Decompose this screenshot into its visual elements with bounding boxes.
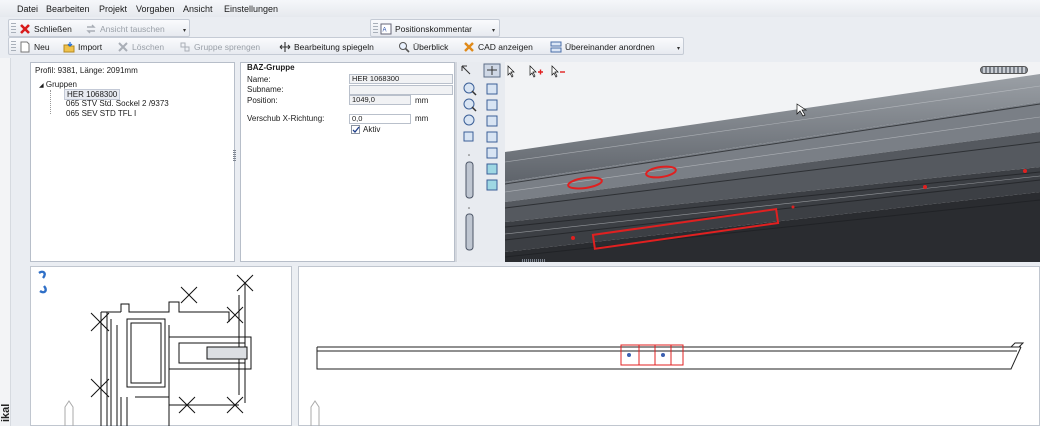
tree-line — [50, 90, 51, 114]
rotate-icon — [38, 270, 47, 294]
cad-icon — [463, 41, 475, 53]
cad-button[interactable]: CAD anzeigen — [463, 40, 533, 54]
brand-logo-icon: ikal — [0, 404, 11, 422]
section-view[interactable] — [30, 266, 292, 426]
delete-label: Löschen — [132, 42, 165, 52]
vertical-divider — [455, 62, 457, 262]
ungroup-button[interactable]: Gruppe sprengen — [179, 40, 260, 54]
import-label: Import — [78, 42, 103, 52]
splitter-handle[interactable] — [233, 150, 236, 162]
menu-bar: Datei Bearbeiten Projekt Vorgaben Ansich… — [0, 0, 1040, 17]
3d-profile-render — [505, 74, 1040, 262]
overview-label: Überblick — [413, 42, 449, 52]
check-icon — [352, 126, 360, 133]
swap-label: Ansicht tauschen — [100, 24, 165, 34]
comment-overflow-icon[interactable]: ▾ — [492, 27, 495, 34]
tree-item[interactable]: 065 STV Std. Sockel 2 /9373 — [66, 99, 169, 108]
close-button[interactable]: Schließen — [19, 22, 72, 36]
axis-marker-icon — [64, 400, 74, 426]
arrange-button[interactable]: Übereinander anordnen — [550, 40, 655, 54]
menu-vorgaben[interactable]: Vorgaben — [136, 4, 175, 14]
arrange-label: Übereinander anordnen — [565, 42, 655, 52]
viewport-tool-icons — [483, 63, 565, 78]
shift-field[interactable]: 0,0 — [349, 114, 411, 124]
menu-bearbeiten[interactable]: Bearbeiten — [46, 4, 90, 14]
new-icon — [19, 41, 31, 53]
toolbar-main: Schließen Ansicht tauschen ▾ — [8, 19, 190, 37]
lower-divider — [292, 266, 298, 426]
cad-label: CAD anzeigen — [478, 42, 533, 52]
select-icon — [507, 65, 515, 78]
new-button[interactable]: Neu — [19, 40, 50, 54]
toolbar-comment: A Positionskommentar ▾ — [370, 19, 500, 37]
toolbar-overflow-icon[interactable]: ▾ — [183, 27, 186, 34]
ungroup-icon — [179, 41, 191, 53]
svg-text:A: A — [383, 28, 387, 34]
import-button[interactable]: Import — [63, 40, 102, 54]
menu-einstellungen[interactable]: Einstellungen — [224, 4, 278, 14]
rotation-slider[interactable] — [980, 66, 1028, 74]
3d-viewport[interactable] — [505, 62, 1040, 262]
position-field[interactable]: 1049,0 — [349, 95, 411, 105]
group-tree-panel: Profil: 9381, Länge: 2091mm ◢ Gruppen HE… — [30, 62, 235, 262]
mirror-button[interactable]: Bearbeitung spiegeln — [279, 40, 374, 54]
overview-icon — [398, 41, 410, 53]
tree-item[interactable]: 065 SEV STD TFL I — [66, 109, 136, 118]
comment-label: Positionskommentar — [395, 24, 473, 34]
comment-button[interactable]: A Positionskommentar — [380, 22, 472, 36]
menu-projekt[interactable]: Projekt — [99, 4, 127, 14]
name-label: Name: — [247, 75, 271, 84]
name-field[interactable]: HER 1068300 — [349, 74, 453, 84]
mirror-icon — [279, 41, 291, 53]
swap-icon — [85, 23, 97, 35]
import-icon — [63, 41, 75, 53]
profile-section-drawing — [38, 270, 254, 426]
swap-view-button[interactable]: Ansicht tauschen — [85, 22, 165, 36]
delete-icon — [117, 41, 129, 53]
view-tools-icons — [461, 63, 501, 251]
menu-datei[interactable]: Datei — [17, 4, 38, 14]
arrange-icon — [550, 41, 562, 53]
active-label: Aktiv — [363, 125, 381, 134]
subname-label: Subname: — [247, 85, 284, 94]
mirror-label: Bearbeitung spiegeln — [294, 42, 374, 52]
properties-panel: BAZ-Gruppe Name: HER 1068300 Subname: Po… — [240, 62, 455, 262]
axis-marker-icon — [310, 400, 320, 426]
svg-text:ikal: ikal — [0, 404, 11, 422]
active-checkbox[interactable] — [351, 125, 360, 134]
toolbar-edit: Neu Import Löschen Gruppe sprengen Bearb… — [8, 37, 684, 55]
shift-unit: mm — [415, 114, 429, 123]
profile-length-drawing — [310, 342, 1025, 426]
tree-root-label: Gruppen — [45, 80, 77, 89]
close-label: Schließen — [34, 24, 72, 34]
profile-header: Profil: 9381, Länge: 2091mm — [35, 66, 138, 75]
add-point-icon — [538, 69, 543, 75]
properties-title: BAZ-Gruppe — [247, 63, 295, 72]
close-icon — [19, 23, 31, 35]
ungroup-label: Gruppe sprengen — [194, 42, 261, 52]
left-strip: ikal — [0, 58, 11, 426]
tree-root[interactable]: ◢ Gruppen — [39, 80, 77, 89]
position-label: Position: — [247, 96, 278, 105]
shift-label: Verschub X-Richtung: — [247, 114, 325, 123]
length-view[interactable] — [298, 266, 1040, 426]
toolbar-edit-overflow-icon[interactable]: ▾ — [677, 45, 680, 52]
tree-expand-icon[interactable]: ◢ — [39, 83, 44, 89]
subname-field[interactable] — [349, 85, 453, 95]
overview-button[interactable]: Überblick — [398, 40, 448, 54]
new-label: Neu — [34, 42, 50, 52]
delete-button[interactable]: Löschen — [117, 40, 164, 54]
menu-ansicht[interactable]: Ansicht — [183, 4, 213, 14]
view-tools-column — [458, 62, 505, 262]
horizontal-splitter-handle[interactable] — [522, 259, 546, 262]
comment-icon: A — [380, 23, 392, 35]
position-unit: mm — [415, 96, 429, 105]
